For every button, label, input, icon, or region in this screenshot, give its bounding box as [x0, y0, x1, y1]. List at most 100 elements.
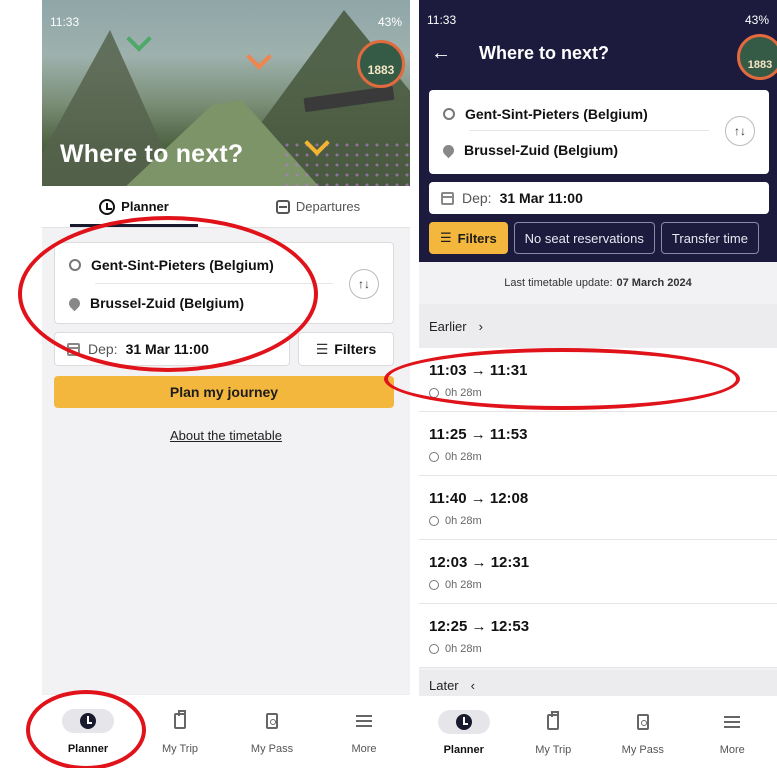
- update-date: 07 March 2024: [616, 277, 692, 289]
- trip-duration: 0h 28m: [429, 643, 777, 655]
- clock-icon: [429, 516, 439, 526]
- clock-icon: [429, 452, 439, 462]
- timetable-update-notice: Last timetable update: 07 March 2024: [419, 262, 777, 304]
- bottom-nav: Planner My Trip My Pass More: [419, 696, 777, 768]
- menu-icon: [356, 715, 372, 727]
- planner-screen: 11:33 43% 1883 Where to next? Planner De…: [42, 0, 410, 768]
- destination-label: Brussel-Zuid (Belgium): [464, 142, 619, 158]
- departure-value: 31 Mar 11:00: [125, 341, 209, 357]
- nav-my-pass[interactable]: My Pass: [598, 696, 688, 768]
- destination-label: Brussel-Zuid (Belgium): [90, 295, 245, 311]
- nav-my-trip[interactable]: My Trip: [509, 696, 599, 768]
- sliders-icon: ☰: [315, 340, 329, 357]
- status-bar: 11:33 43%: [50, 15, 402, 29]
- clock-icon: [429, 580, 439, 590]
- trip-row[interactable]: 11:40 → 12:08 0h 28m: [419, 476, 777, 540]
- trip-row[interactable]: 12:03 → 12:31 0h 28m: [419, 540, 777, 604]
- departure-value: 31 Mar 11:00: [499, 190, 583, 206]
- tab-departures[interactable]: Departures: [226, 186, 410, 227]
- route-divider: [469, 130, 709, 131]
- no-seat-reservations-chip[interactable]: No seat reservations: [513, 222, 655, 254]
- duration-value: 0h 28m: [445, 643, 482, 655]
- nav-more[interactable]: More: [318, 695, 410, 768]
- route-divider: [95, 283, 333, 284]
- earlier-button[interactable]: Earlier ›: [419, 304, 777, 348]
- status-battery: 43%: [744, 13, 769, 27]
- about-timetable-link[interactable]: About the timetable: [42, 428, 410, 443]
- clock-icon: [99, 198, 116, 215]
- nav-pill: [154, 709, 206, 733]
- origin-ring-icon: [69, 259, 81, 271]
- tab-bar: Planner Departures: [42, 186, 410, 228]
- nav-planner-label: Planner: [443, 744, 484, 756]
- nav-pill: [706, 710, 758, 734]
- status-bar: 11:33 43%: [427, 13, 769, 27]
- nav-pill: [617, 710, 669, 734]
- nav-my-pass-label: My Pass: [621, 744, 664, 756]
- page-title: Where to next?: [479, 43, 610, 63]
- nav-my-trip-label: My Trip: [535, 744, 572, 756]
- trip-row[interactable]: 11:25 → 11:53 0h 28m: [419, 412, 777, 476]
- back-arrow-icon[interactable]: ←: [431, 42, 451, 65]
- menu-icon: [724, 716, 741, 728]
- status-time: 11:33: [50, 15, 80, 29]
- origin-label: Gent-Sint-Pieters (Belgium): [91, 257, 274, 273]
- plan-journey-button[interactable]: Plan my journey: [54, 376, 394, 408]
- origin-field[interactable]: Gent-Sint-Pieters (Belgium): [69, 257, 274, 273]
- trip-times: 11:25 → 11:53: [429, 426, 528, 443]
- trip-times: 11:40 → 12:08: [429, 490, 529, 507]
- brand-badge-logo: 1883: [737, 34, 777, 80]
- nav-more[interactable]: More: [688, 696, 777, 768]
- nav-my-pass[interactable]: My Pass: [226, 695, 318, 768]
- nav-planner[interactable]: Planner: [42, 695, 134, 768]
- route-card: Gent-Sint-Pieters (Belgium) Brussel-Zuid…: [54, 242, 394, 324]
- earlier-label: Earlier: [429, 318, 467, 334]
- destination-field[interactable]: Brussel-Zuid (Belgium): [440, 142, 619, 158]
- departure-row: Dep: 31 Mar 11:00 ☰ Filters: [54, 332, 394, 366]
- nav-pill: [437, 710, 490, 734]
- trip-duration: 0h 28m: [429, 387, 777, 399]
- nav-pill: [62, 709, 114, 733]
- status-battery: 43%: [377, 15, 402, 29]
- nav-planner-label: Planner: [67, 743, 109, 755]
- nav-pill: [246, 709, 298, 733]
- origin-label: Gent-Sint-Pieters (Belgium): [465, 106, 648, 122]
- filters-button[interactable]: ☰ Filters: [298, 332, 394, 366]
- location-pin-icon: [66, 295, 83, 311]
- update-label: Last timetable update:: [504, 277, 613, 289]
- departure-date-field[interactable]: Dep: 31 Mar 11:00: [429, 182, 769, 214]
- nav-more-label: More: [719, 744, 745, 756]
- filters-chip[interactable]: ☰ Filters: [429, 222, 508, 254]
- calendar-icon: [67, 342, 80, 356]
- duration-value: 0h 28m: [445, 387, 482, 399]
- destination-field[interactable]: Brussel-Zuid (Belgium): [66, 295, 245, 311]
- swap-stations-button[interactable]: ↑↓: [349, 269, 379, 299]
- status-time: 11:33: [427, 13, 457, 27]
- origin-ring-icon: [443, 108, 455, 120]
- transfer-time-chip[interactable]: Transfer time: [660, 222, 759, 254]
- clock-icon: [80, 713, 96, 729]
- nav-planner[interactable]: Planner: [419, 696, 509, 768]
- chevron-yellow-icon: [308, 134, 328, 144]
- filters-label: Filters: [334, 341, 377, 357]
- nav-my-trip[interactable]: My Trip: [134, 695, 226, 768]
- departure-prefix: Dep:: [462, 190, 492, 206]
- tab-departures-label: Departures: [295, 199, 361, 214]
- pass-icon: [266, 713, 278, 729]
- luggage-icon: [174, 710, 186, 729]
- chevron-left-icon: ‹: [470, 677, 475, 693]
- origin-field[interactable]: Gent-Sint-Pieters (Belgium): [443, 106, 648, 122]
- swap-stations-button[interactable]: ↑↓: [725, 116, 755, 146]
- brand-badge-logo: 1883: [357, 40, 405, 88]
- filters-chip-label: Filters: [457, 230, 497, 246]
- trip-row[interactable]: 11:03 → 11:31 0h 28m: [419, 348, 777, 412]
- pass-icon: [636, 714, 649, 730]
- departure-date-field[interactable]: Dep: 31 Mar 11:00: [54, 332, 290, 366]
- chevron-orange-icon: [250, 48, 270, 58]
- tab-planner[interactable]: Planner: [42, 186, 226, 227]
- screenshot-canvas: 11:33 43% 1883 Where to next? Planner De…: [0, 0, 777, 768]
- clock-icon: [455, 714, 472, 730]
- trip-row[interactable]: 12:25 → 12:53 0h 28m: [419, 604, 777, 668]
- bottom-nav: Planner My Trip My Pass More: [42, 694, 410, 768]
- trip-times: 11:03 → 11:31: [429, 362, 528, 379]
